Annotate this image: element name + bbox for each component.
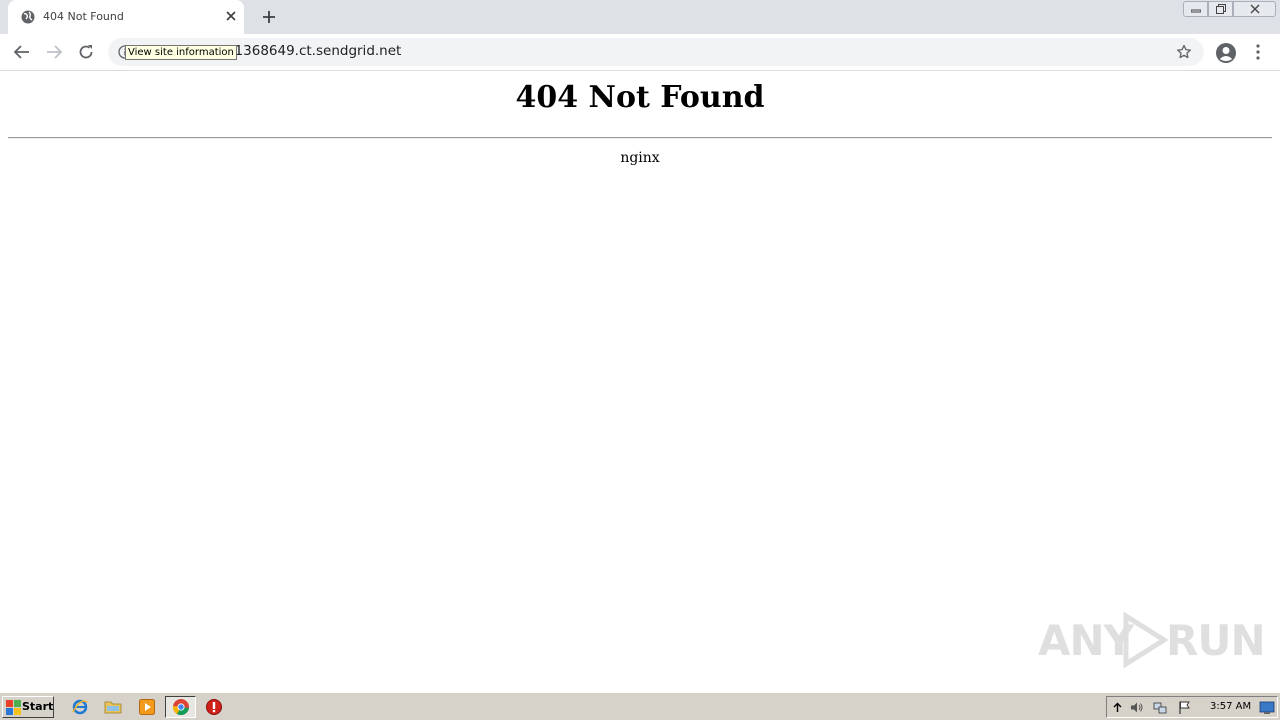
profile-avatar-icon[interactable] (1215, 42, 1237, 64)
watermark-left: ANY (1038, 616, 1134, 665)
play-logo-icon (1123, 612, 1168, 668)
clock[interactable]: 3:57 AM (1210, 701, 1251, 712)
globe-icon (21, 10, 35, 24)
internet-explorer-icon[interactable] (71, 698, 89, 716)
close-window-button[interactable] (1233, 1, 1276, 17)
watermark-right: RUN (1166, 616, 1266, 665)
back-arrow-icon[interactable] (13, 43, 31, 61)
windows-logo-icon (6, 700, 21, 715)
media-player-icon[interactable] (138, 698, 156, 716)
minimize-icon (1190, 9, 1201, 13)
restore-icon (1215, 4, 1226, 14)
more-menu-icon[interactable] (1252, 43, 1264, 61)
forward-arrow-icon[interactable] (45, 43, 63, 61)
reload-icon[interactable] (77, 43, 95, 61)
restore-button[interactable] (1208, 1, 1233, 17)
chrome-icon (173, 699, 189, 716)
network-icon[interactable] (1153, 700, 1168, 715)
folder-icon[interactable] (104, 698, 122, 716)
start-button[interactable]: Start (2, 696, 54, 718)
tab-404-not-found[interactable]: 404 Not Found (8, 0, 244, 34)
show-desktop-icon[interactable] (1259, 700, 1275, 715)
minimize-button[interactable] (1183, 1, 1208, 17)
new-tab-icon[interactable] (261, 9, 277, 25)
site-info-tooltip: View site information (125, 45, 237, 60)
action-center-flag-icon[interactable] (1177, 700, 1192, 715)
tab-title: 404 Not Found (43, 10, 124, 23)
anyrun-watermark: ANY RUN (1038, 610, 1266, 670)
address-bar[interactable]: u1368649.ct.sendgrid.net (108, 38, 1204, 66)
bookmark-star-icon[interactable] (1176, 44, 1192, 60)
tab-strip: 404 Not Found (0, 0, 1280, 34)
start-label: Start (22, 700, 54, 713)
volume-icon[interactable] (1129, 700, 1144, 715)
show-hidden-icons-icon[interactable] (1110, 700, 1125, 715)
system-tray: 3:57 AM (1106, 696, 1278, 718)
close-tab-icon[interactable] (224, 9, 238, 23)
chrome-taskbar-button[interactable] (165, 696, 196, 718)
horizontal-rule (8, 137, 1272, 139)
taskbar: Start 3:57 AM (0, 692, 1280, 720)
close-icon (1250, 4, 1259, 14)
page-content: 404 Not Found nginx (0, 72, 1280, 692)
server-name: nginx (620, 150, 660, 166)
page-title: 404 Not Found (515, 80, 765, 115)
url-text[interactable]: u1368649.ct.sendgrid.net (226, 43, 401, 59)
stop-icon[interactable] (205, 698, 223, 716)
